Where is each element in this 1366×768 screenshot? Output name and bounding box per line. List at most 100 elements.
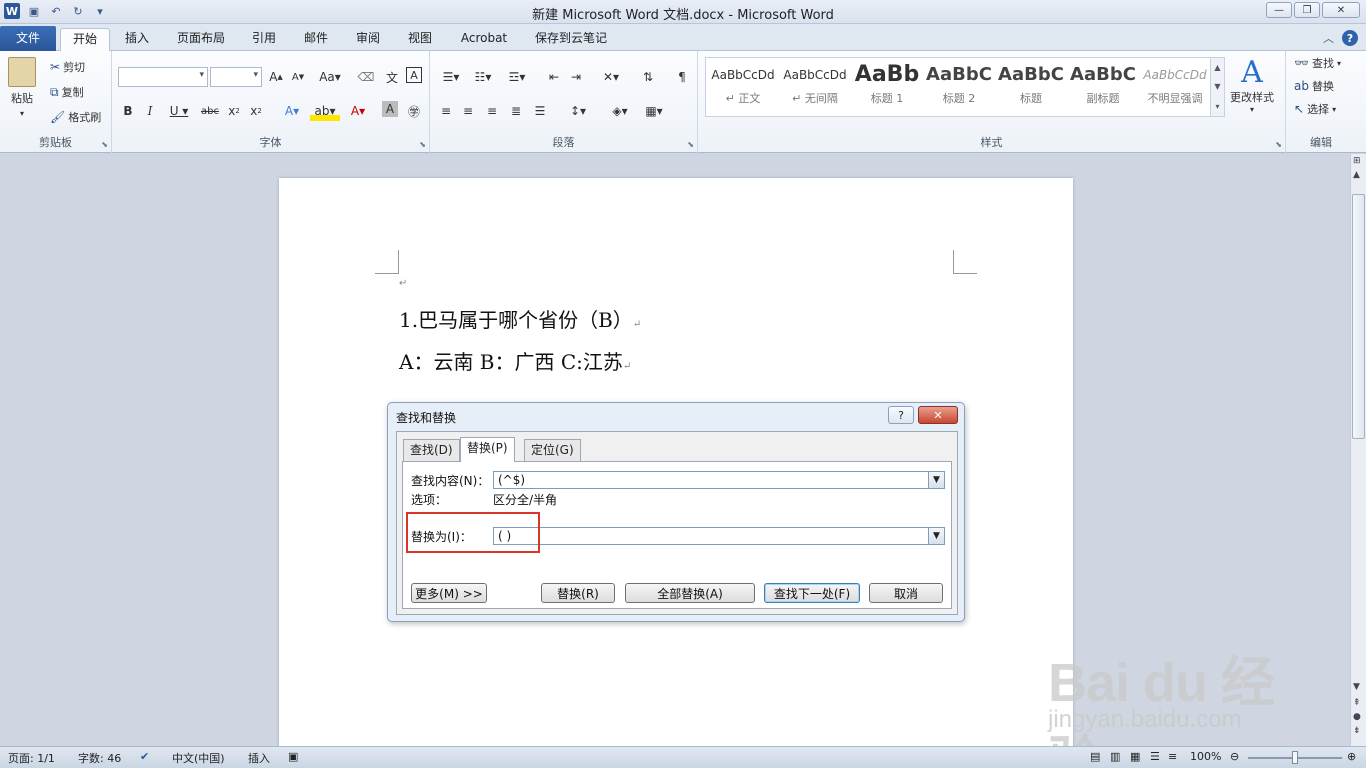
- font-color-icon[interactable]: A▾: [344, 101, 372, 121]
- find-button[interactable]: 👓 查找 ▾: [1294, 55, 1341, 71]
- multilevel-list-icon[interactable]: ☲▾: [504, 67, 530, 87]
- enclose-char-icon[interactable]: ㊫: [404, 101, 424, 121]
- styles-launcher-icon[interactable]: ⬊: [1275, 140, 1282, 149]
- change-case-icon[interactable]: Aa▾: [316, 67, 344, 87]
- numbering-icon[interactable]: ☷▾: [470, 67, 496, 87]
- word-count[interactable]: 字数: 46: [78, 750, 121, 766]
- style-title[interactable]: AaBbC 标题: [996, 60, 1066, 114]
- outline-icon[interactable]: ☰: [1150, 750, 1160, 763]
- zoom-level[interactable]: 100%: [1190, 750, 1221, 763]
- strikethrough-icon[interactable]: abc: [200, 101, 220, 121]
- align-left-icon[interactable]: ≡: [436, 101, 456, 121]
- distribute-icon[interactable]: ☰: [530, 101, 550, 121]
- scroll-up-icon[interactable]: ▲: [1353, 170, 1360, 180]
- tab-find[interactable]: 查找(D): [403, 439, 460, 461]
- align-right-icon[interactable]: ≡: [482, 101, 502, 121]
- style-subtitle[interactable]: AaBbC 副标题: [1068, 60, 1138, 114]
- minimize-button[interactable]: —: [1266, 2, 1292, 18]
- grow-font-icon[interactable]: A ▲: [266, 67, 286, 87]
- tab-insert[interactable]: 插入: [118, 28, 156, 51]
- decrease-indent-icon[interactable]: ⇤: [544, 67, 564, 87]
- text-effects-icon[interactable]: A▾: [278, 101, 306, 121]
- select-button[interactable]: ↖ 选择 ▾: [1294, 101, 1336, 117]
- italic-icon[interactable]: I: [140, 101, 160, 121]
- tab-goto[interactable]: 定位(G): [524, 439, 581, 461]
- zoom-out-icon[interactable]: ⊖: [1230, 750, 1239, 763]
- draft-icon[interactable]: ≡: [1168, 750, 1177, 763]
- prev-page-icon[interactable]: ⇞: [1353, 698, 1361, 708]
- language-indicator[interactable]: 中文(中国): [172, 750, 225, 766]
- font-name-combo[interactable]: [118, 67, 208, 87]
- tab-page-layout[interactable]: 页面布局: [170, 28, 232, 51]
- cut-button[interactable]: ✂ 剪切: [50, 59, 85, 75]
- style-normal[interactable]: AaBbCcDd ↵ 正文: [708, 60, 778, 114]
- vertical-scrollbar[interactable]: ⊞ ▲ ▼ ⇞ ● ⇟: [1350, 154, 1366, 746]
- tab-replace[interactable]: 替换(P): [460, 437, 515, 462]
- style-heading-2[interactable]: AaBbC 标题 2: [924, 60, 994, 114]
- bold-icon[interactable]: B: [118, 101, 138, 121]
- zoom-in-icon[interactable]: ⊕: [1347, 750, 1356, 763]
- phonetic-guide-icon[interactable]: 文: [382, 67, 402, 87]
- increase-indent-icon[interactable]: ⇥: [566, 67, 586, 87]
- replace-all-button[interactable]: 全部替换(A): [625, 583, 755, 603]
- insert-mode-indicator[interactable]: 插入: [248, 750, 270, 766]
- more-button[interactable]: 更多(M) >>: [411, 583, 487, 603]
- dialog-close-button[interactable]: ✕: [918, 406, 958, 424]
- next-page-icon[interactable]: ⇟: [1353, 726, 1361, 736]
- chinese-layout-icon[interactable]: ✕▾: [598, 67, 624, 87]
- clear-format-icon[interactable]: ⌫: [356, 67, 376, 87]
- replace-one-button[interactable]: 替换(R): [541, 583, 615, 603]
- style-heading-1[interactable]: AaBb 标题 1: [852, 60, 922, 114]
- macro-record-icon[interactable]: ▣: [288, 750, 298, 763]
- scroll-thumb[interactable]: [1352, 194, 1365, 439]
- scroll-down-icon[interactable]: ▼: [1353, 682, 1360, 692]
- subscript-icon[interactable]: x2: [224, 101, 244, 121]
- cancel-button[interactable]: 取消: [869, 583, 943, 603]
- shrink-font-icon[interactable]: A ▼: [288, 67, 308, 87]
- shading-icon[interactable]: ◈▾: [606, 101, 634, 121]
- char-border-icon[interactable]: A: [406, 67, 422, 83]
- font-launcher-icon[interactable]: ⬊: [419, 140, 426, 149]
- style-subtle-emphasis[interactable]: AaBbCcDd 不明显强调: [1140, 60, 1210, 114]
- replace-with-input[interactable]: ( ) ▼: [493, 527, 945, 545]
- font-size-combo[interactable]: [210, 67, 262, 87]
- find-what-dropdown-icon[interactable]: ▼: [928, 472, 944, 488]
- find-next-button[interactable]: 查找下一处(F): [764, 583, 860, 603]
- change-styles-button[interactable]: A 更改样式 ▾: [1230, 57, 1274, 115]
- copy-button[interactable]: ⧉ 复制: [50, 84, 84, 100]
- replace-with-dropdown-icon[interactable]: ▼: [928, 528, 944, 544]
- align-center-icon[interactable]: ≡: [458, 101, 478, 121]
- justify-icon[interactable]: ≣: [506, 101, 526, 121]
- tab-review[interactable]: 审阅: [348, 28, 388, 51]
- proofing-icon[interactable]: ✔: [140, 750, 149, 763]
- dialog-help-button[interactable]: ?: [888, 406, 914, 424]
- replace-button[interactable]: ab 替换: [1294, 78, 1334, 94]
- find-what-input[interactable]: (^$) ▼: [493, 471, 945, 489]
- style-no-spacing[interactable]: AaBbCcDd ↵ 无间隔: [780, 60, 850, 114]
- tab-mailings[interactable]: 邮件: [296, 28, 336, 51]
- superscript-icon[interactable]: x2: [246, 101, 266, 121]
- print-layout-icon[interactable]: ▤: [1090, 750, 1100, 763]
- document-line-2[interactable]: A：云南 B：广西 C:江苏↵: [399, 346, 631, 375]
- full-screen-reading-icon[interactable]: ▥: [1110, 750, 1120, 763]
- maximize-button[interactable]: ❐: [1294, 2, 1320, 18]
- help-icon[interactable]: ?: [1342, 30, 1358, 46]
- underline-icon[interactable]: U ▾: [164, 101, 194, 121]
- highlight-icon[interactable]: ab▾: [310, 101, 340, 121]
- paragraph-launcher-icon[interactable]: ⬊: [687, 140, 694, 149]
- format-painter-button[interactable]: 🖌 格式刷: [50, 109, 101, 125]
- tab-references[interactable]: 引用: [244, 28, 284, 51]
- tab-file[interactable]: 文件: [0, 26, 56, 51]
- line-spacing-icon[interactable]: ↕▾: [564, 101, 592, 121]
- page-count[interactable]: 页面: 1/1: [8, 750, 55, 766]
- tab-cloud-notes[interactable]: 保存到云笔记: [528, 28, 614, 51]
- browse-object-icon[interactable]: ●: [1353, 712, 1361, 722]
- ruler-toggle-icon[interactable]: ⊞: [1353, 156, 1361, 166]
- styles-scroll[interactable]: ▲ ▼ ▾: [1210, 58, 1224, 116]
- tab-home[interactable]: 开始: [60, 28, 110, 51]
- char-shading-icon[interactable]: A: [382, 101, 398, 117]
- document-line-1[interactable]: 1.巴马属于哪个省份（B）↵: [399, 304, 641, 333]
- tab-acrobat[interactable]: Acrobat: [452, 28, 516, 51]
- paste-button[interactable]: 粘贴 ▾: [8, 57, 36, 118]
- clipboard-launcher-icon[interactable]: ⬊: [101, 140, 108, 149]
